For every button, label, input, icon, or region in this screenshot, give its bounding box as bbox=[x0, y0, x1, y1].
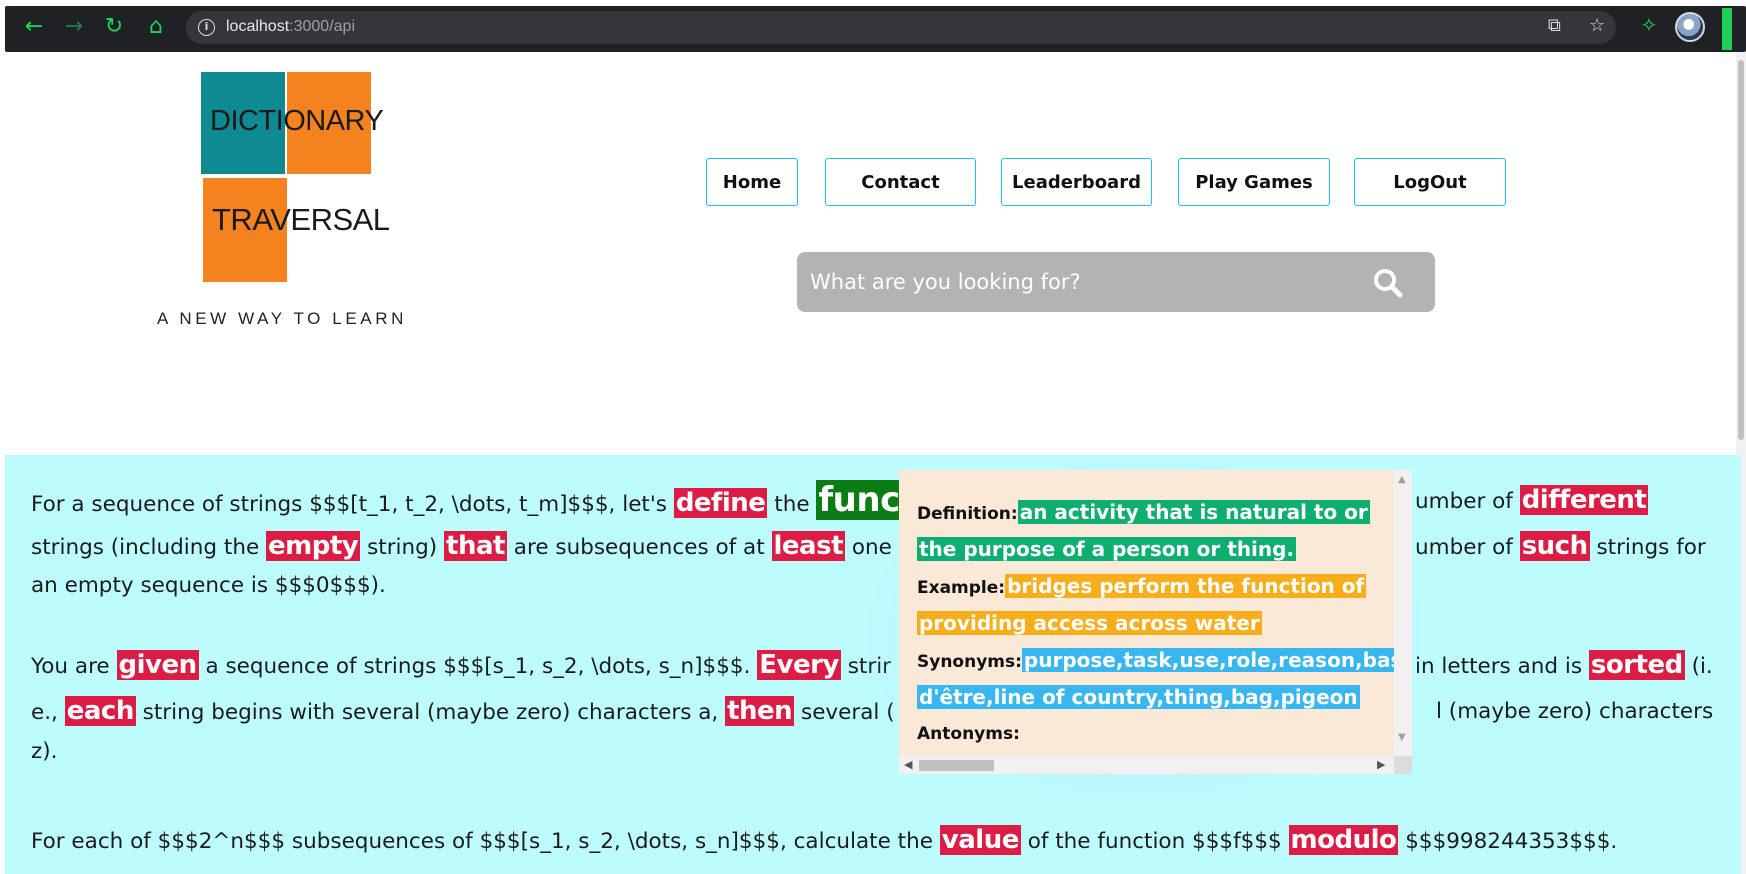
synonyms-text: purpose,task,use,role,reason,basis, bbox=[1021, 648, 1412, 672]
url-path: :3000/api bbox=[289, 18, 355, 35]
paragraph-line: an empty sequence is $$$0$$$). bbox=[31, 573, 386, 598]
share-icon[interactable]: ⧉ bbox=[1548, 15, 1561, 37]
highlighted-word[interactable]: Every bbox=[757, 650, 841, 680]
text-run: umber of bbox=[1415, 489, 1520, 514]
home-button[interactable]: Home bbox=[706, 158, 798, 206]
paragraph-line-right: in letters and is sorted (i. bbox=[1415, 642, 1713, 690]
scroll-left-icon[interactable]: ◀ bbox=[904, 758, 912, 771]
highlighted-word[interactable]: that bbox=[444, 531, 507, 561]
avatar[interactable] bbox=[1675, 12, 1705, 42]
synonyms-row: Synonyms: purpose,task,use,role,reason,ba… bbox=[917, 643, 1412, 680]
text-run: For a sequence of strings $$$[t_1, t_2, … bbox=[31, 492, 674, 517]
text-run: For each of $$$2^n$$$ subsequences of $$… bbox=[31, 829, 940, 854]
home-icon[interactable]: ⌂ bbox=[143, 14, 169, 40]
definition-label: Definition: bbox=[917, 504, 1018, 524]
scroll-up-icon[interactable]: ▲ bbox=[1398, 474, 1406, 485]
url-text[interactable]: localhost:3000/api bbox=[226, 18, 355, 36]
page-scrollbar-thumb[interactable] bbox=[1738, 60, 1744, 440]
logo-tagline: A NEW WAY TO LEARN bbox=[157, 309, 407, 328]
reload-icon[interactable]: ↻ bbox=[101, 14, 127, 40]
example-label: Example: bbox=[917, 578, 1006, 598]
highlighted-word[interactable]: such bbox=[1519, 531, 1590, 561]
address-bar[interactable]: i localhost:3000/api bbox=[186, 11, 1616, 44]
search-icon[interactable] bbox=[1373, 268, 1403, 298]
example-text: providing access across water bbox=[917, 611, 1262, 635]
definition-row: Definition: an activity that is natural t… bbox=[917, 495, 1392, 532]
paragraph-line: You are given a sequence of strings $$$[… bbox=[31, 642, 891, 690]
logo-word-dictionary-part1: DICTI bbox=[210, 105, 284, 137]
synonyms-text: d'être,line of country,thing,bag,pigeon bbox=[917, 685, 1360, 709]
highlighted-word[interactable]: least bbox=[771, 531, 845, 561]
synonyms-row-cont: d'être,line of country,thing,bag,pigeon bbox=[917, 680, 1392, 717]
highlighted-word[interactable]: empty bbox=[266, 531, 361, 561]
info-icon[interactable]: i bbox=[198, 19, 215, 36]
play-games-button[interactable]: Play Games bbox=[1178, 158, 1330, 206]
text-run: of the function $$$f$$$ bbox=[1020, 829, 1289, 854]
antonyms-label: Antonyms: bbox=[917, 724, 1020, 744]
highlighted-word[interactable]: define bbox=[673, 488, 768, 518]
text-run: strings for bbox=[1589, 535, 1706, 560]
text-run: umber of bbox=[1415, 535, 1520, 560]
popup-horizontal-scrollbar[interactable]: ◀ ▶ bbox=[899, 756, 1394, 774]
text-run: e., bbox=[31, 700, 65, 725]
text-run: You are bbox=[31, 654, 117, 679]
text-run-right: umber of different bbox=[1415, 477, 1649, 525]
site-logo[interactable]: DICTIONARY TRAVERSAL A NEW WAY TO LEARN bbox=[150, 65, 420, 335]
text-run: a sequence of strings $$$[s_1, s_2, \dot… bbox=[198, 654, 758, 679]
definition-text: an activity that is natural to or bbox=[1017, 500, 1370, 524]
definition-row-cont: the purpose of a person or thing. bbox=[917, 532, 1392, 569]
url-host: localhost bbox=[226, 18, 290, 35]
example-row-cont: providing access across water bbox=[917, 606, 1392, 643]
contact-button[interactable]: Contact bbox=[825, 158, 976, 206]
search-bar bbox=[797, 252, 1435, 312]
logout-button[interactable]: LogOut bbox=[1354, 158, 1506, 206]
text-run: in letters and is bbox=[1415, 654, 1589, 679]
logo-word-dictionary-part2: ONARY bbox=[283, 105, 384, 137]
text-run: string begins with several (maybe zero) … bbox=[135, 700, 726, 725]
popup-vertical-scrollbar[interactable]: ▲ ▼ bbox=[1394, 470, 1412, 756]
highlighted-word[interactable]: then bbox=[725, 696, 795, 726]
popup-horizontal-scrollbar-thumb[interactable] bbox=[919, 760, 994, 771]
logo-word-dictionary: DICTIONARY bbox=[210, 105, 384, 138]
text-run: strings (including the bbox=[31, 535, 267, 560]
highlighted-word[interactable]: given bbox=[116, 650, 199, 680]
antonyms-row: Antonyms: bbox=[917, 717, 1392, 752]
text-run: string) bbox=[360, 535, 445, 560]
scroll-right-icon[interactable]: ▶ bbox=[1377, 758, 1385, 771]
text-run: the bbox=[767, 492, 817, 517]
highlighted-word[interactable]: each bbox=[64, 696, 136, 726]
search-input[interactable] bbox=[810, 265, 1330, 299]
highlighted-word[interactable]: value bbox=[939, 825, 1021, 855]
example-row: Example: bridges perform the function of bbox=[917, 569, 1392, 606]
forward-arrow-icon[interactable]: → bbox=[61, 14, 87, 40]
definition-text: the purpose of a person or thing. bbox=[917, 537, 1297, 561]
leaderboard-button[interactable]: Leaderboard bbox=[1001, 158, 1152, 206]
logo-word-traversal: TRAVERSAL bbox=[212, 202, 390, 238]
back-arrow-icon[interactable]: ← bbox=[21, 14, 47, 40]
text-run: (i. bbox=[1684, 654, 1713, 679]
highlighted-word[interactable]: different bbox=[1519, 485, 1649, 515]
paragraph-line: For each of $$$2^n$$$ subsequences of $$… bbox=[31, 817, 1617, 865]
synonyms-label: Synonyms: bbox=[917, 652, 1022, 672]
text-run: are subsequences of at bbox=[506, 535, 772, 560]
logo-word-traversal-part2: ERSAL bbox=[290, 202, 390, 237]
scroll-down-icon[interactable]: ▼ bbox=[1398, 732, 1406, 743]
highlighted-word[interactable]: modulo bbox=[1288, 825, 1399, 855]
puzzle-extension-icon[interactable]: ✧ bbox=[1638, 14, 1660, 36]
example-text: bridges perform the function of bbox=[1005, 574, 1367, 598]
highlighted-word[interactable]: sorted bbox=[1588, 650, 1685, 680]
paragraph-line: e., each string begins with several (may… bbox=[31, 688, 895, 736]
scrollbar-corner bbox=[1394, 756, 1412, 774]
popup-content: Definition: an activity that is natural t… bbox=[917, 495, 1412, 752]
word-definition-popup[interactable]: Definition: an activity that is natural t… bbox=[899, 470, 1412, 774]
browser-toolbar: ← → ↻ ⌂ i localhost:3000/api ⧉ ☆ ✧ bbox=[0, 0, 1746, 52]
logo-word-traversal-part1: TRAV bbox=[212, 202, 291, 237]
paragraph-line-right: l (maybe zero) characters bbox=[1436, 699, 1714, 724]
paragraph-line: z). bbox=[31, 739, 58, 764]
star-icon[interactable]: ☆ bbox=[1589, 15, 1605, 37]
text-run: $$$998244353$$$. bbox=[1398, 829, 1618, 854]
paragraph-line-right: umber of such strings for bbox=[1415, 523, 1706, 571]
browser-menu-indicator[interactable] bbox=[1722, 8, 1732, 50]
